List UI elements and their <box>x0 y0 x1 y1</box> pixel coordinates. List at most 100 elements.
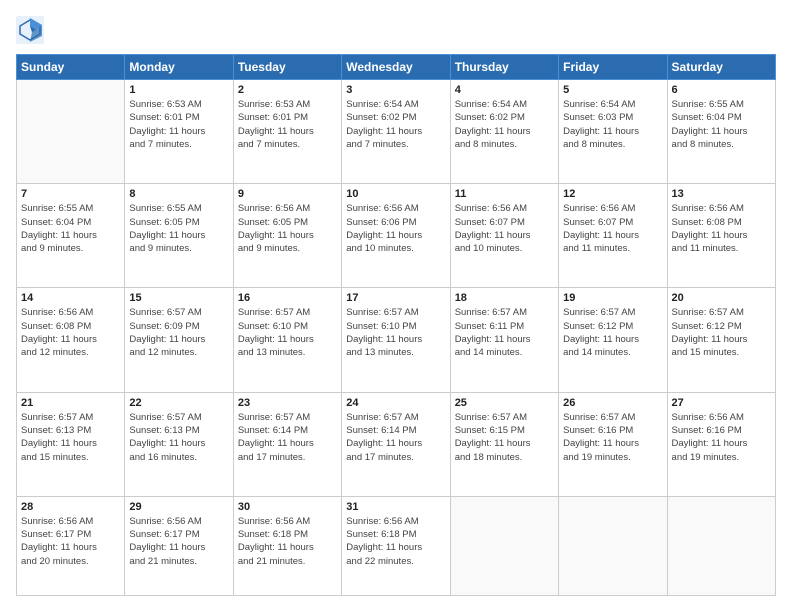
day-number: 8 <box>129 188 228 200</box>
day-number: 2 <box>238 84 337 96</box>
calendar-cell: 13Sunrise: 6:56 AM Sunset: 6:08 PM Dayli… <box>667 184 775 288</box>
calendar-cell: 21 Sunrise: 6:57 AM Sunset: 6:13 PM Dayli… <box>17 392 125 496</box>
calendar-cell: 3Sunrise: 6:54 AM Sunset: 6:02 PM Daylig… <box>342 80 450 184</box>
day-number: 25 <box>455 397 554 409</box>
day-info: Sunrise: 6:57 AM Sunset: 6:13 PM Dayligh… <box>21 411 120 464</box>
weekday-header: Monday <box>125 55 233 80</box>
day-info: Sunrise: 6:56 AM Sunset: 6:16 PM Dayligh… <box>672 411 771 464</box>
calendar-cell: 9 Sunrise: 6:56 AM Sunset: 6:05 PM Daylig… <box>233 184 341 288</box>
weekday-header: Thursday <box>450 55 558 80</box>
calendar-cell: 5 Sunrise: 6:54 AM Sunset: 6:03 PM Daylig… <box>559 80 667 184</box>
day-number: 26 <box>563 397 662 409</box>
page: SundayMondayTuesdayWednesdayThursdayFrid… <box>0 0 792 612</box>
day-info: Sunrise: 6:54 AM Sunset: 6:03 PM Dayligh… <box>563 98 662 151</box>
day-number: 17 <box>346 292 445 304</box>
day-number: 18 <box>455 292 554 304</box>
day-info: Sunrise: 6:57 AM Sunset: 6:11 PM Dayligh… <box>455 306 554 359</box>
day-number: 29 <box>129 501 228 513</box>
day-number: 12 <box>563 188 662 200</box>
day-info: Sunrise: 6:56 AM Sunset: 6:17 PM Dayligh… <box>129 515 228 568</box>
day-number: 5 <box>563 84 662 96</box>
weekday-header: Wednesday <box>342 55 450 80</box>
calendar-cell: 20 Sunrise: 6:57 AM Sunset: 6:12 PM Dayli… <box>667 288 775 392</box>
day-number: 30 <box>238 501 337 513</box>
calendar-cell: 12 Sunrise: 6:56 AM Sunset: 6:07 PM Dayli… <box>559 184 667 288</box>
day-info: Sunrise: 6:56 AM Sunset: 6:08 PM Dayligh… <box>672 202 771 255</box>
calendar-cell: 31 Sunrise: 6:56 AM Sunset: 6:18 PM Dayli… <box>342 496 450 595</box>
day-number: 31 <box>346 501 445 513</box>
day-info: Sunrise: 6:55 AM Sunset: 6:05 PM Dayligh… <box>129 202 228 255</box>
day-info: Sunrise: 6:56 AM Sunset: 6:18 PM Dayligh… <box>346 515 445 568</box>
day-number: 11 <box>455 188 554 200</box>
calendar-cell: 22 Sunrise: 6:57 AM Sunset: 6:13 PM Dayli… <box>125 392 233 496</box>
calendar-cell: 14 Sunrise: 6:56 AM Sunset: 6:08 PM Dayli… <box>17 288 125 392</box>
day-number: 24 <box>346 397 445 409</box>
day-info: Sunrise: 6:57 AM Sunset: 6:15 PM Dayligh… <box>455 411 554 464</box>
calendar-cell: 17 Sunrise: 6:57 AM Sunset: 6:10 PM Dayli… <box>342 288 450 392</box>
weekday-header: Friday <box>559 55 667 80</box>
day-info: Sunrise: 6:57 AM Sunset: 6:14 PM Dayligh… <box>238 411 337 464</box>
calendar-cell <box>559 496 667 595</box>
day-info: Sunrise: 6:56 AM Sunset: 6:07 PM Dayligh… <box>455 202 554 255</box>
calendar-cell: 29 Sunrise: 6:56 AM Sunset: 6:17 PM Dayli… <box>125 496 233 595</box>
day-info: Sunrise: 6:56 AM Sunset: 6:06 PM Dayligh… <box>346 202 445 255</box>
calendar-cell <box>450 496 558 595</box>
calendar-cell: 24 Sunrise: 6:57 AM Sunset: 6:14 PM Dayli… <box>342 392 450 496</box>
header <box>16 16 776 44</box>
day-info: Sunrise: 6:55 AM Sunset: 6:04 PM Dayligh… <box>21 202 120 255</box>
weekday-header: Sunday <box>17 55 125 80</box>
day-number: 20 <box>672 292 771 304</box>
day-number: 14 <box>21 292 120 304</box>
day-number: 6 <box>672 84 771 96</box>
day-info: Sunrise: 6:57 AM Sunset: 6:10 PM Dayligh… <box>346 306 445 359</box>
day-info: Sunrise: 6:56 AM Sunset: 6:07 PM Dayligh… <box>563 202 662 255</box>
logo <box>16 16 48 44</box>
calendar-cell: 23Sunrise: 6:57 AM Sunset: 6:14 PM Dayli… <box>233 392 341 496</box>
calendar-cell: 10 Sunrise: 6:56 AM Sunset: 6:06 PM Dayli… <box>342 184 450 288</box>
logo-icon <box>16 16 44 44</box>
day-number: 21 <box>21 397 120 409</box>
day-info: Sunrise: 6:56 AM Sunset: 6:17 PM Dayligh… <box>21 515 120 568</box>
calendar-cell: 19 Sunrise: 6:57 AM Sunset: 6:12 PM Dayli… <box>559 288 667 392</box>
calendar-cell: 26 Sunrise: 6:57 AM Sunset: 6:16 PM Dayli… <box>559 392 667 496</box>
calendar-cell: 1 Sunrise: 6:53 AM Sunset: 6:01 PM Daylig… <box>125 80 233 184</box>
calendar-cell <box>17 80 125 184</box>
calendar-cell: 18 Sunrise: 6:57 AM Sunset: 6:11 PM Dayli… <box>450 288 558 392</box>
day-info: Sunrise: 6:57 AM Sunset: 6:16 PM Dayligh… <box>563 411 662 464</box>
day-info: Sunrise: 6:57 AM Sunset: 6:13 PM Dayligh… <box>129 411 228 464</box>
calendar-cell: 2 Sunrise: 6:53 AM Sunset: 6:01 PM Daylig… <box>233 80 341 184</box>
day-info: Sunrise: 6:55 AM Sunset: 6:04 PM Dayligh… <box>672 98 771 151</box>
calendar-cell: 30Sunrise: 6:56 AM Sunset: 6:18 PM Dayli… <box>233 496 341 595</box>
day-number: 19 <box>563 292 662 304</box>
calendar-cell: 7 Sunrise: 6:55 AM Sunset: 6:04 PM Daylig… <box>17 184 125 288</box>
calendar-cell: 28 Sunrise: 6:56 AM Sunset: 6:17 PM Dayli… <box>17 496 125 595</box>
day-info: Sunrise: 6:53 AM Sunset: 6:01 PM Dayligh… <box>129 98 228 151</box>
day-number: 15 <box>129 292 228 304</box>
weekday-header: Saturday <box>667 55 775 80</box>
day-number: 22 <box>129 397 228 409</box>
day-info: Sunrise: 6:57 AM Sunset: 6:10 PM Dayligh… <box>238 306 337 359</box>
calendar-table: SundayMondayTuesdayWednesdayThursdayFrid… <box>16 54 776 596</box>
day-info: Sunrise: 6:57 AM Sunset: 6:14 PM Dayligh… <box>346 411 445 464</box>
day-number: 10 <box>346 188 445 200</box>
day-number: 1 <box>129 84 228 96</box>
day-info: Sunrise: 6:56 AM Sunset: 6:05 PM Dayligh… <box>238 202 337 255</box>
calendar-cell: 15 Sunrise: 6:57 AM Sunset: 6:09 PM Dayli… <box>125 288 233 392</box>
day-number: 3 <box>346 84 445 96</box>
day-number: 28 <box>21 501 120 513</box>
calendar-cell: 4Sunrise: 6:54 AM Sunset: 6:02 PM Daylig… <box>450 80 558 184</box>
day-info: Sunrise: 6:53 AM Sunset: 6:01 PM Dayligh… <box>238 98 337 151</box>
day-info: Sunrise: 6:54 AM Sunset: 6:02 PM Dayligh… <box>455 98 554 151</box>
day-info: Sunrise: 6:57 AM Sunset: 6:12 PM Dayligh… <box>563 306 662 359</box>
day-number: 27 <box>672 397 771 409</box>
calendar-cell: 11 Sunrise: 6:56 AM Sunset: 6:07 PM Dayli… <box>450 184 558 288</box>
day-info: Sunrise: 6:57 AM Sunset: 6:09 PM Dayligh… <box>129 306 228 359</box>
day-info: Sunrise: 6:57 AM Sunset: 6:12 PM Dayligh… <box>672 306 771 359</box>
calendar-cell: 8 Sunrise: 6:55 AM Sunset: 6:05 PM Daylig… <box>125 184 233 288</box>
weekday-header: Tuesday <box>233 55 341 80</box>
day-info: Sunrise: 6:56 AM Sunset: 6:08 PM Dayligh… <box>21 306 120 359</box>
calendar-cell <box>667 496 775 595</box>
calendar-cell: 6 Sunrise: 6:55 AM Sunset: 6:04 PM Daylig… <box>667 80 775 184</box>
day-number: 9 <box>238 188 337 200</box>
day-number: 7 <box>21 188 120 200</box>
